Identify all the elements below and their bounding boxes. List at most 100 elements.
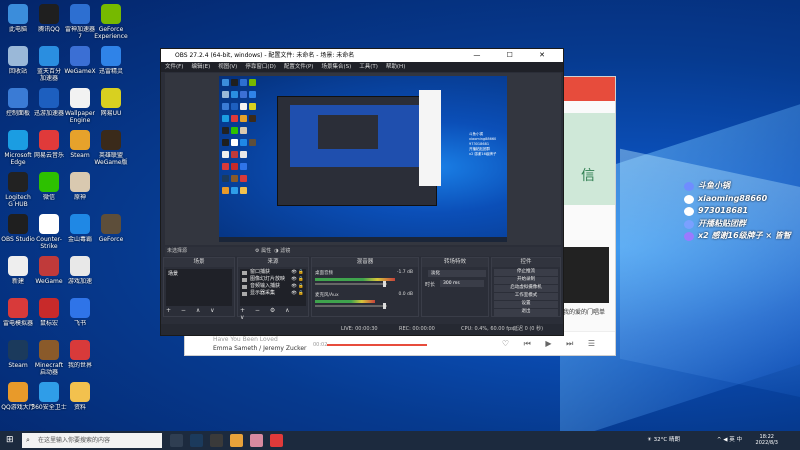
desktop-icon-label: 我的世界 — [67, 362, 92, 369]
progress-bar[interactable] — [327, 344, 427, 346]
playlist-cover[interactable] — [563, 247, 609, 303]
preview-mini-icon — [249, 115, 256, 122]
duration-input[interactable]: 300 ms — [440, 280, 484, 287]
preview-mini-icon — [240, 103, 247, 110]
obs-preview[interactable]: 斗鱼小锅 xiaoming88660 973018681 开播粘贴团群 x2 感谢16级… — [165, 73, 561, 245]
scene-item[interactable]: 场景 — [168, 270, 178, 277]
taskbar-clock[interactable]: 18:22 2022/8/3 — [756, 434, 778, 446]
sources-footer-buttons[interactable]: + − ⚙ ∧ ∨ — [240, 307, 306, 321]
menu-item[interactable]: 配置文件(P) — [284, 64, 314, 70]
song-artist[interactable]: Emma Sameth / Jeremy Zucker — [213, 345, 307, 352]
desktop-icon[interactable]: 原神 — [60, 172, 100, 201]
song-title: Have You Been Loved — [213, 336, 278, 343]
controls-title: 控件 — [492, 258, 560, 267]
scenes-footer-buttons[interactable]: + − ∧ ∨ — [166, 307, 232, 315]
app-icon — [101, 130, 121, 150]
menu-item[interactable]: 视图(V) — [218, 64, 237, 70]
app-icon — [39, 256, 59, 276]
desktop-icon[interactable]: 我的世界 — [60, 340, 100, 369]
chat-text: xiaoming88660 — [698, 193, 768, 203]
scenes-list[interactable]: 场景 — [166, 269, 232, 306]
menu-item[interactable]: 文件(F) — [165, 64, 183, 70]
control-button[interactable]: 启动虚拟摄像机 — [494, 285, 558, 292]
taskbar-app-files-icon[interactable] — [230, 434, 243, 447]
preview-obs-window — [277, 96, 437, 206]
source-toolbar-buttons[interactable]: ⚙ 属性 ◑ 滤镜 — [255, 247, 290, 256]
app-icon — [39, 214, 59, 234]
player-controls[interactable]: ♡ ⏮ ▶ ⏭ ☰ — [502, 339, 601, 349]
taskbar-app-task-view-icon[interactable] — [170, 434, 183, 447]
control-button[interactable]: 退出 — [494, 309, 558, 316]
taskbar-app-steam-icon[interactable] — [190, 434, 203, 447]
source-item[interactable]: 显示器采集 👁 🔒 — [240, 290, 306, 297]
preview-mini-icon — [240, 175, 247, 182]
desktop-icon[interactable]: 飞书 — [60, 298, 100, 327]
slider-handle[interactable] — [383, 303, 386, 309]
source-item[interactable]: 窗口捕获 👁 🔒 — [240, 269, 306, 276]
properties-button[interactable]: ⚙ 属性 — [255, 248, 271, 254]
control-button[interactable]: 设置 — [494, 301, 558, 308]
desktop-icon[interactable]: 游戏加速 — [60, 256, 100, 285]
desktop-icon[interactable]: GeForce — [91, 214, 131, 243]
duration-label: 时长 — [425, 282, 436, 288]
control-button[interactable]: 停止推流 — [494, 269, 558, 276]
desktop-icon[interactable]: 网易UU — [91, 88, 131, 117]
app-icon — [70, 214, 90, 234]
playlist-label[interactable]: 我的爱的门唱单 — [563, 307, 605, 316]
window-controls[interactable]: — ☐ ✕ — [473, 49, 557, 62]
visibility-lock-icons[interactable]: 👁 🔒 — [291, 276, 304, 283]
chat-message: xiaoming88660 — [684, 193, 791, 206]
control-button[interactable]: 工作室模式 — [494, 293, 558, 300]
promo-card[interactable]: 信 — [563, 113, 615, 205]
obs-window[interactable]: OBS 27.2.4 (64-bit, windows) - 配置文件: 未命名… — [160, 48, 564, 336]
app-icon — [101, 214, 121, 234]
volume-slider[interactable] — [315, 303, 387, 309]
sources-list[interactable]: 窗口捕获 👁 🔒 图像幻灯片放映 👁 🔒 音频输入捕获 👁 🔒 显示器采集 👁 🔒 — [240, 269, 306, 306]
preview-mini-icon — [222, 139, 229, 146]
menu-item[interactable]: 帮助(H) — [386, 64, 405, 70]
app-icon — [8, 214, 28, 234]
slider-handle[interactable] — [383, 281, 386, 287]
preview-mini-icon — [222, 127, 229, 134]
search-icon: ⌕ — [26, 436, 30, 444]
source-item[interactable]: 音频输入捕获 👁 🔒 — [240, 283, 306, 290]
source-item[interactable]: 图像幻灯片放映 👁 🔒 — [240, 276, 306, 283]
windows-start-icon[interactable]: ⊞ — [6, 436, 15, 445]
preview-mini-icon — [249, 139, 256, 146]
obs-titlebar[interactable]: OBS 27.2.4 (64-bit, windows) - 配置文件: 未命名… — [161, 49, 563, 62]
desktop-icon-label: 英雄联盟 WeGame版 — [94, 152, 128, 166]
preview-mini-icon — [231, 115, 238, 122]
volume-slider[interactable] — [315, 281, 387, 287]
tray-icons[interactable]: ^ ◀ 英 中 — [717, 431, 742, 450]
weather-widget[interactable]: ☀ 32°C 晴朗 — [647, 431, 680, 450]
preview-mini-icon — [222, 115, 229, 122]
taskbar-app-netease-music-icon[interactable] — [270, 434, 283, 447]
obs-statusbar: LIVE: 00:00:30 REC: 00:00:00 CPU: 0.4%, … — [161, 324, 563, 335]
app-icon — [70, 340, 90, 360]
desktop-icon[interactable]: GeForce Experience — [91, 4, 131, 40]
taskbar-search-box[interactable]: ⌕ 在这里输入你要搜索的内容 — [22, 433, 162, 448]
menu-item[interactable]: 停靠窗口(D) — [245, 64, 276, 70]
transitions-title: 转场特效 — [422, 258, 488, 267]
scenes-panel: 场景 场景 + − ∧ ∨ — [163, 257, 235, 317]
search-placeholder: 在这里输入你要搜索的内容 — [38, 437, 111, 444]
menu-item[interactable]: 编辑(E) — [191, 64, 210, 70]
filters-button[interactable]: ◑ 滤镜 — [274, 248, 290, 254]
preview-mini-icon — [240, 91, 247, 98]
preview-mini-icon — [222, 79, 229, 86]
desktop-icon[interactable]: 英雄联盟 WeGame版 — [91, 130, 131, 166]
visibility-lock-icons[interactable]: 👁 🔒 — [291, 269, 304, 276]
control-button[interactable]: 开始录制 — [494, 277, 558, 284]
desktop-icon[interactable]: 资料 — [60, 382, 100, 411]
preview-mini-icon — [240, 127, 247, 134]
menu-item[interactable]: 工具(T) — [359, 64, 378, 70]
taskbar-app-chat-icon[interactable] — [250, 434, 263, 447]
app-icon — [8, 46, 28, 66]
transition-select[interactable]: 淡化 — [428, 270, 486, 277]
visibility-lock-icons[interactable]: 👁 🔒 — [291, 290, 304, 297]
visibility-lock-icons[interactable]: 👁 🔒 — [291, 283, 304, 290]
taskbar-app-obs-icon[interactable] — [210, 434, 223, 447]
desktop-icon[interactable]: 迅雷精灵 — [91, 46, 131, 75]
menu-item[interactable]: 场景集合(S) — [321, 64, 351, 70]
chat-text: x2 感谢16级牌子 × 皆智 — [698, 231, 791, 240]
